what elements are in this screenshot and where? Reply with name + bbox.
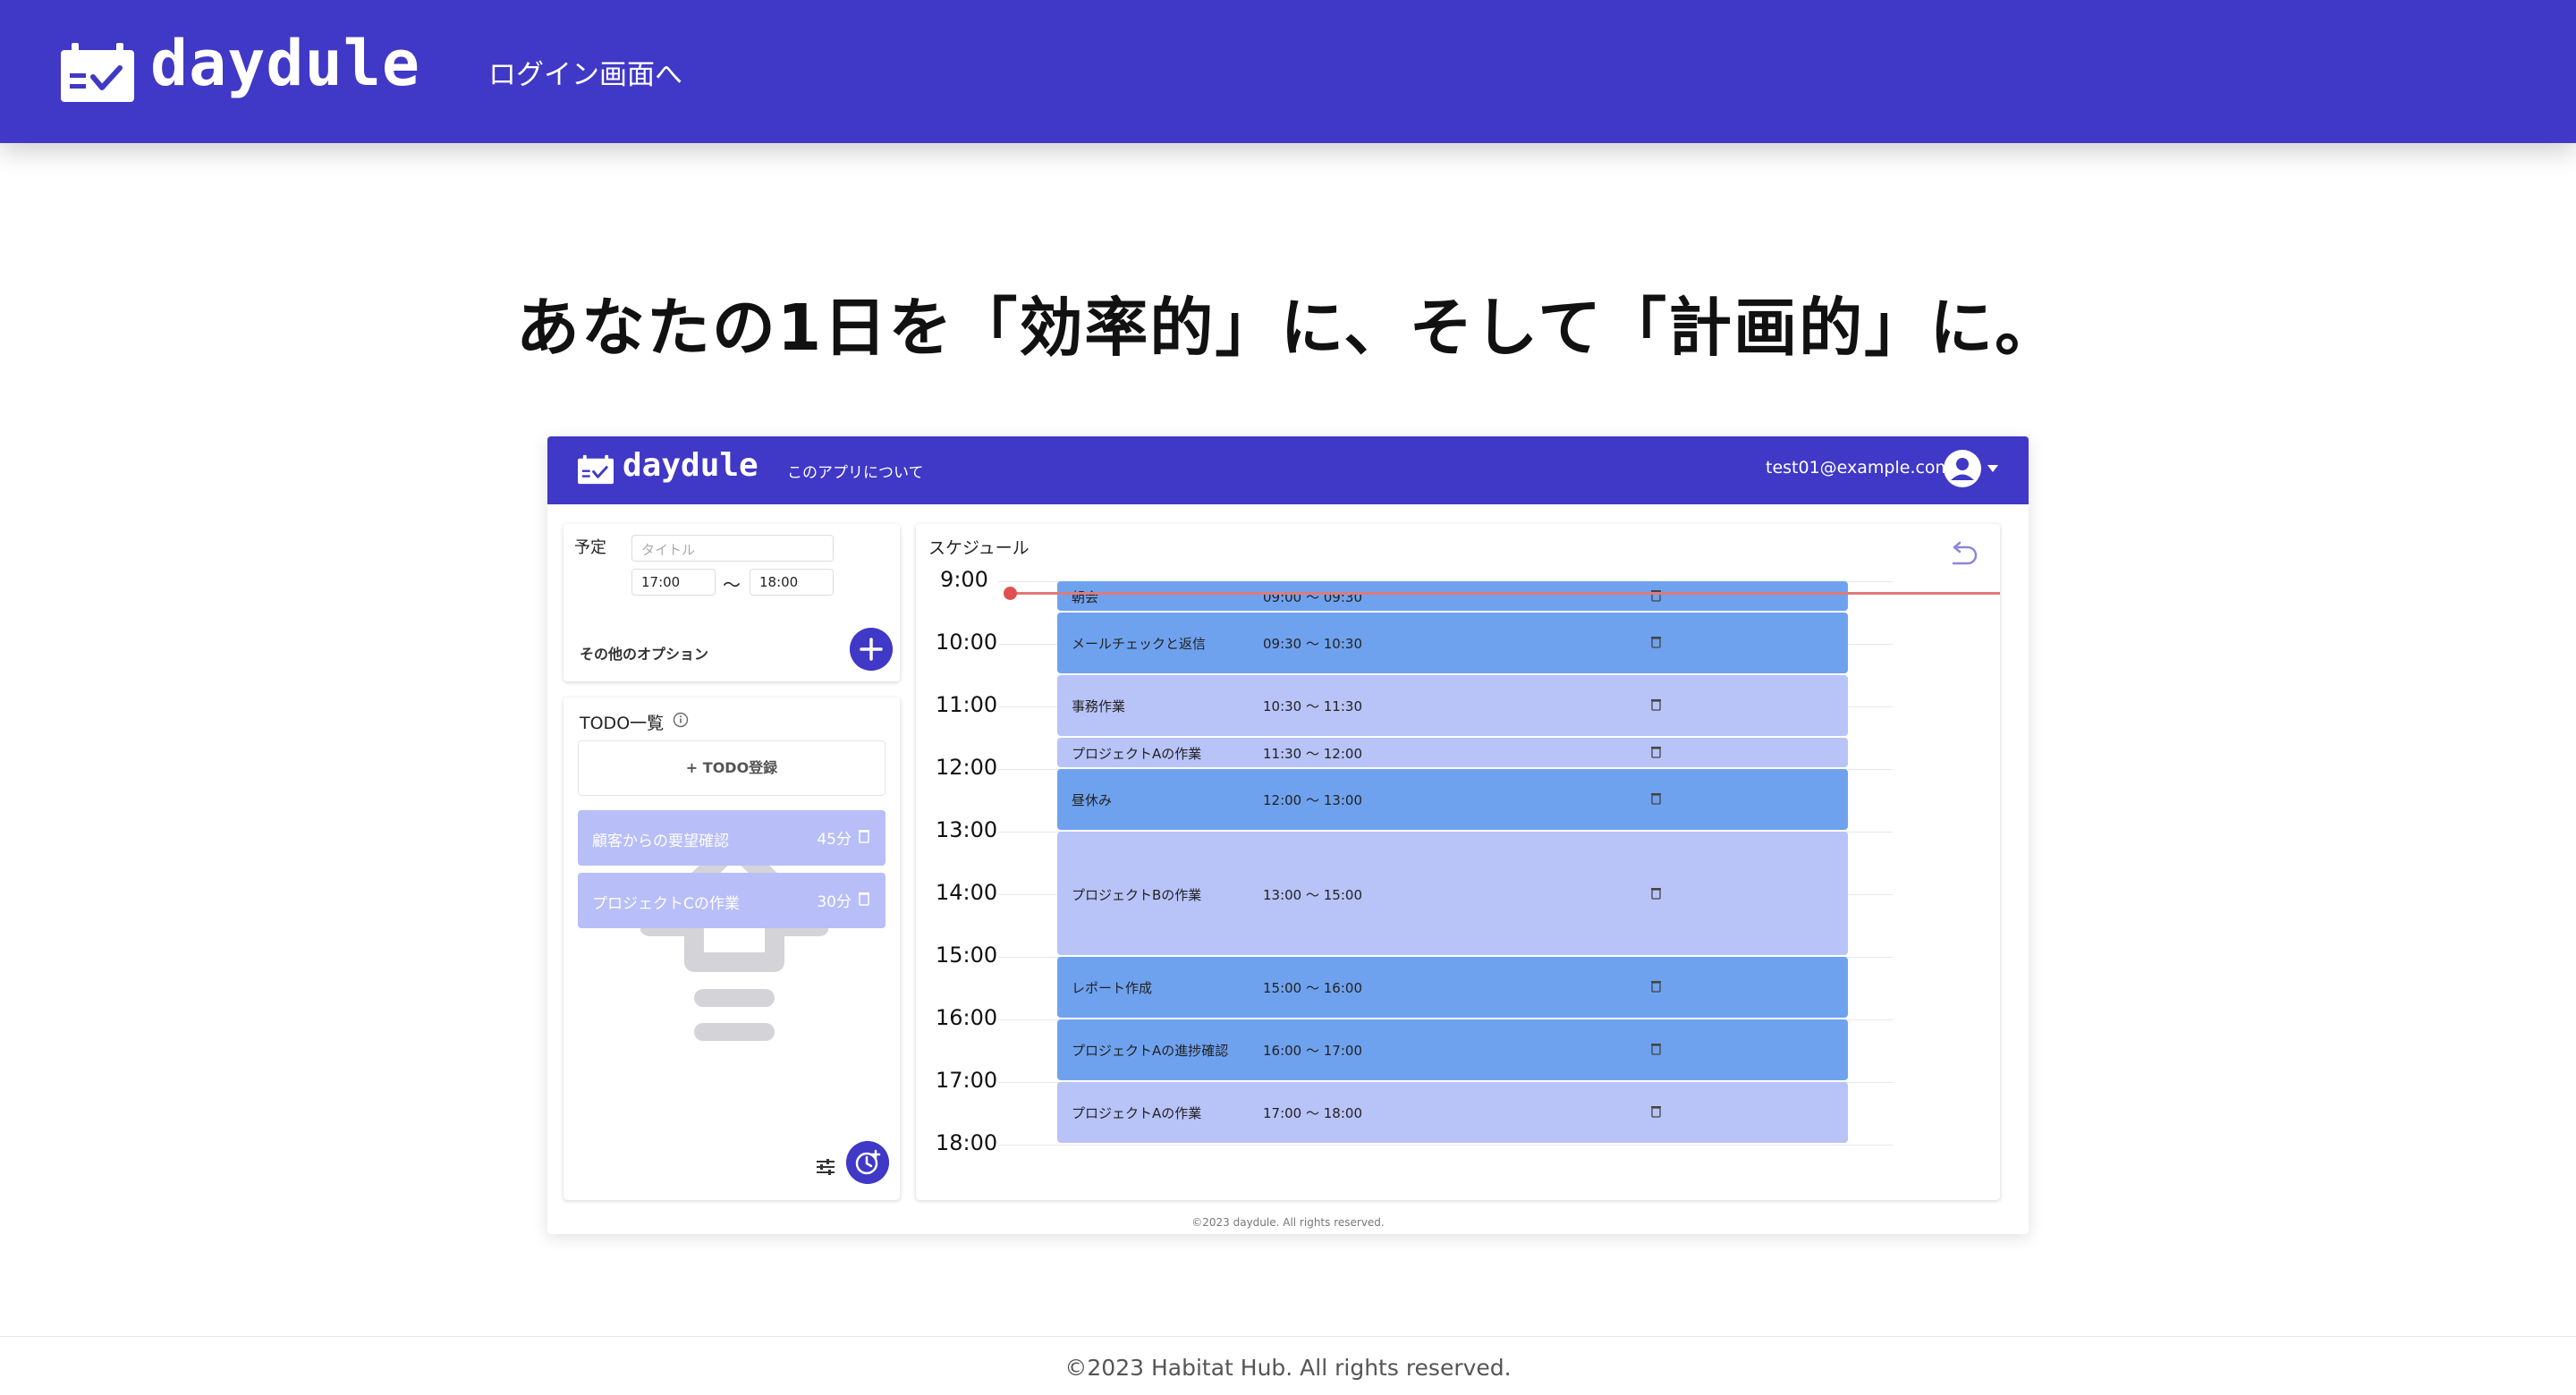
event-name: 事務作業 — [1072, 698, 1126, 714]
trash-icon — [1651, 1044, 1661, 1055]
todo-item-name: 顧客からの要望確認 — [592, 833, 729, 850]
brand-name[interactable]: daydule — [150, 27, 420, 100]
schedule-event: プロジェクトAの作業 17:00 〜 18:00 — [1057, 1082, 1848, 1143]
event-form-label: 予定 — [574, 538, 606, 557]
trash-icon — [1651, 981, 1661, 993]
event-time: 10:30 〜 11:30 — [1263, 698, 1362, 714]
preview-navbar: daydule このアプリについて test01@example.com — [547, 436, 2029, 504]
event-name: プロジェクトAの作業 — [1072, 1105, 1202, 1121]
hour-label: 16:00 — [936, 1005, 998, 1030]
drag-upload-icon — [640, 837, 828, 1041]
copyright-text: ©2023 Habitat Hub. All rights reserved. — [1064, 1355, 1512, 1381]
event-name: プロジェクトAの作業 — [1072, 746, 1202, 762]
hour-label: 18:00 — [936, 1130, 998, 1155]
schedule-event: レポート作成 15:00 〜 16:00 — [1057, 957, 1848, 1018]
more-options-label: その他のオプション — [580, 646, 709, 663]
schedule-event: 朝会 09:00 〜 09:30 — [1057, 581, 1848, 611]
event-name: 朝会 — [1072, 589, 1099, 605]
info-icon — [673, 712, 689, 728]
preview-dropdown-caret-icon — [1987, 465, 1998, 472]
event-time: 09:00 〜 09:30 — [1263, 589, 1362, 605]
trash-icon — [1651, 637, 1661, 648]
event-time: 15:00 〜 16:00 — [1263, 980, 1362, 996]
schedule-title: スケジュール — [928, 538, 1030, 558]
trash-icon — [1651, 747, 1661, 758]
preview-todo-card: TODO一覧 + TODO登録 顧客からの要望確認 45分 プロジェクトCの作業… — [564, 698, 900, 1200]
trash-icon — [1651, 793, 1661, 805]
preview-event-form: 予定 タイトル 17:00 〜 18:00 その他のオプション — [564, 524, 900, 681]
preview-user-email: test01@example.com — [1766, 458, 1953, 478]
schedule-event: プロジェクトAの進捗確認 16:00 〜 17:00 — [1057, 1019, 1848, 1080]
schedule-event: 昼休み 12:00 〜 13:00 — [1057, 769, 1848, 830]
preview-about-link: このアプリについて — [787, 464, 924, 482]
time-separator: 〜 — [723, 574, 741, 596]
hour-label: 9:00 — [940, 567, 988, 592]
event-name: 昼休み — [1072, 792, 1113, 808]
schedule-event: プロジェクトBの作業 13:00 〜 15:00 — [1057, 832, 1848, 955]
event-name: レポート作成 — [1072, 980, 1153, 996]
trash-icon — [1651, 699, 1661, 711]
event-name: プロジェクトBの作業 — [1072, 887, 1202, 903]
event-time: 11:30 〜 12:00 — [1263, 746, 1362, 762]
schedule-event: 事務作業 10:30 〜 11:30 — [1057, 675, 1848, 736]
preview-schedule-card: スケジュール 9:00 10:00 11:00 12:00 13:00 14:0… — [916, 524, 2000, 1200]
hour-label: 11:00 — [936, 692, 998, 717]
hour-label: 15:00 — [936, 943, 998, 968]
undo-icon — [1952, 541, 1978, 565]
hour-label: 17:00 — [936, 1068, 998, 1093]
sliders-icon — [817, 1159, 835, 1175]
todo-item: 顧客からの要望確認 45分 — [578, 810, 886, 866]
hour-label: 10:00 — [936, 630, 998, 655]
todo-title: TODO一覧 — [580, 714, 665, 733]
event-start-time: 17:00 — [631, 569, 716, 596]
event-name: プロジェクトAの進捗確認 — [1072, 1043, 1229, 1059]
trash-icon — [1651, 888, 1661, 900]
hero-headline: あなたの1日を「効率的」に、そして「計画的」に。 — [515, 291, 2061, 365]
schedule-event: プロジェクトAの作業 11:30 〜 12:00 — [1057, 738, 1848, 767]
hour-label: 12:00 — [936, 755, 998, 780]
schedule-event: メールチェックと返信 09:30 〜 10:30 — [1057, 613, 1848, 673]
todo-register-button: + TODO登録 — [578, 740, 886, 796]
preview-brand: daydule — [623, 447, 758, 484]
todo-item-name: プロジェクトCの作業 — [592, 895, 740, 913]
event-time: 09:30 〜 10:30 — [1263, 636, 1362, 652]
event-time: 13:00 〜 15:00 — [1263, 887, 1362, 903]
trash-icon — [859, 830, 869, 843]
trash-icon — [859, 892, 869, 906]
login-link[interactable]: ログイン画面へ — [488, 52, 682, 92]
hour-label: 13:00 — [936, 817, 998, 842]
todo-item: プロジェクトCの作業 30分 — [578, 873, 886, 928]
event-end-time: 18:00 — [750, 569, 834, 596]
event-title-input: タイトル — [631, 535, 834, 562]
trash-icon — [1651, 1106, 1661, 1118]
todo-item-duration: 30分 — [817, 893, 852, 911]
event-time: 12:00 〜 13:00 — [1263, 792, 1362, 808]
calendar-check-icon[interactable] — [61, 43, 134, 102]
current-time-dot — [1004, 587, 1017, 600]
event-name: メールチェックと返信 — [1072, 636, 1207, 652]
preview-calendar-check-icon — [578, 454, 614, 485]
user-circle-icon — [1944, 450, 1981, 487]
event-time: 17:00 〜 18:00 — [1263, 1105, 1362, 1121]
event-time: 16:00 〜 17:00 — [1263, 1043, 1362, 1059]
hour-label: 14:00 — [936, 880, 998, 905]
current-time-line — [1009, 592, 2000, 595]
todo-item-duration: 45分 — [817, 831, 852, 849]
app-preview: daydule このアプリについて test01@example.com 予定 … — [547, 436, 2029, 1234]
page-footer: ©2023 Habitat Hub. All rights reserved. — [0, 1336, 2576, 1395]
preview-footer: ©2023 daydule. All rights reserved. — [1191, 1216, 1385, 1229]
plus-icon — [850, 628, 893, 671]
hour-gridline — [998, 1145, 1893, 1146]
top-navbar: daydule ログイン画面へ — [0, 0, 2576, 143]
clock-plus-icon — [846, 1141, 889, 1184]
